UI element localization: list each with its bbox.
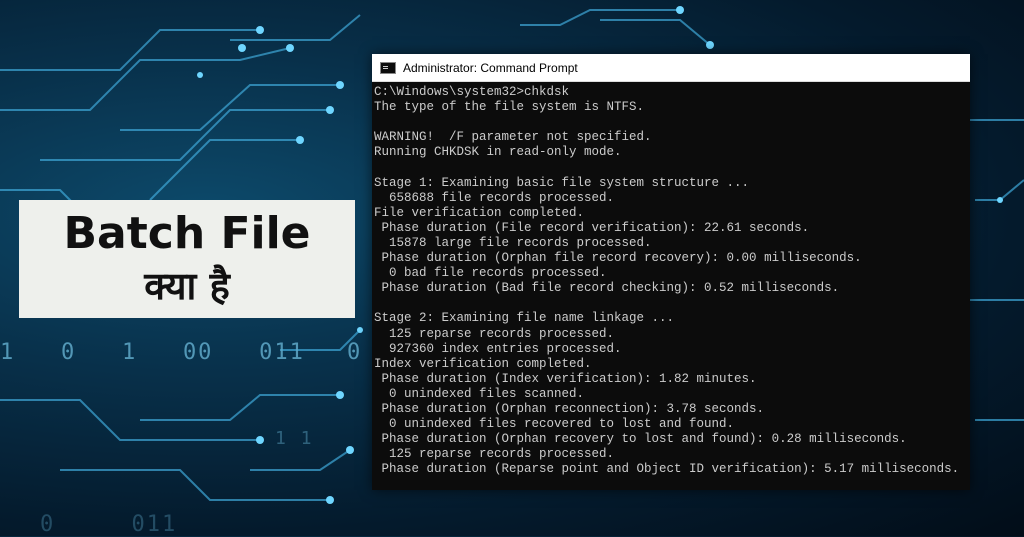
console-line: Phase duration (Reparse point and Object…: [374, 462, 960, 477]
console-line: Stage 2: Examining file name linkage ...: [374, 311, 675, 326]
cmd-icon: [380, 61, 396, 74]
console-line: Phase duration (Orphan recovery to lost …: [374, 432, 907, 447]
console-line: Phase duration (File record verification…: [374, 220, 810, 235]
console-line: 927360 index entries processed.: [374, 341, 622, 356]
console-line: Running CHKDSK in read-only mode.: [374, 145, 622, 160]
console-line: 125 reparse records processed.: [374, 447, 615, 462]
console-line: 0 unindexed files recovered to lost and …: [374, 417, 735, 432]
command-prompt-window[interactable]: Administrator: Command Prompt C:\Windows…: [372, 54, 970, 490]
console-line: C:\Windows\system32>chkdsk: [374, 85, 570, 99]
console-line: Phase duration (Index verification): 1.8…: [374, 371, 757, 386]
console-line: 658688 file records processed.: [374, 190, 615, 205]
binary-text-row-bottom: 0 011: [40, 512, 178, 537]
console-line: 0 unindexed files scanned.: [374, 386, 585, 401]
console-line: 15878 large file records processed.: [374, 235, 652, 250]
binary-text-row-faint: 1 1: [275, 428, 314, 449]
binary-text-row: 1 0 1 00 011: [0, 340, 305, 365]
window-title: Administrator: Command Prompt: [403, 60, 578, 75]
console-line: Phase duration (Orphan reconnection): 3.…: [374, 401, 765, 416]
console-line: 0 bad file records processed.: [374, 266, 607, 281]
console-output[interactable]: C:\Windows\system32>chkdsk The type of th…: [372, 82, 970, 477]
console-line: Phase duration (Orphan file record recov…: [374, 251, 862, 266]
console-line: File verification completed.: [374, 205, 585, 220]
console-line: Index verification completed.: [374, 356, 592, 371]
window-titlebar[interactable]: Administrator: Command Prompt: [372, 54, 970, 82]
console-line: Stage 1: Examining basic file system str…: [374, 175, 750, 190]
console-line: WARNING! /F parameter not specified.: [374, 130, 652, 145]
console-line: 125 reparse records processed.: [374, 326, 615, 341]
console-line: The type of the file system is NTFS.: [374, 100, 645, 115]
binary-text-fragment: 0: [347, 340, 363, 365]
title-heading: Batch File: [63, 208, 311, 259]
title-card: Batch File क्या है: [19, 200, 355, 318]
console-line: Phase duration (Bad file record checking…: [374, 281, 840, 296]
title-subheading: क्या है: [144, 264, 230, 308]
